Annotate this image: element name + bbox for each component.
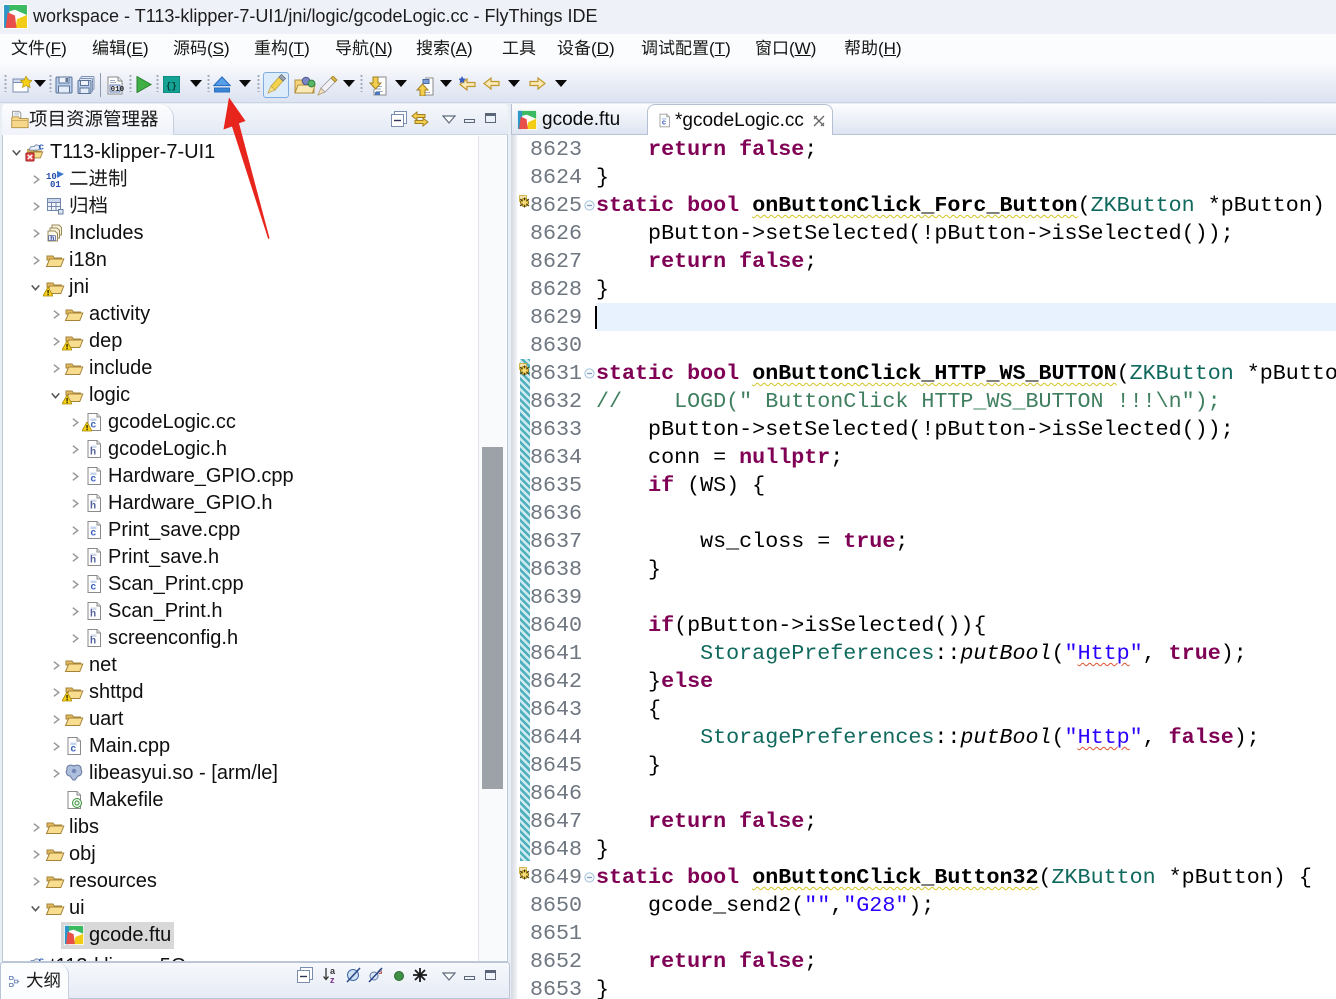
svg-text:{}: {} [166, 82, 177, 92]
svg-text:010: 010 [111, 86, 124, 94]
svg-text:z: z [330, 975, 335, 984]
